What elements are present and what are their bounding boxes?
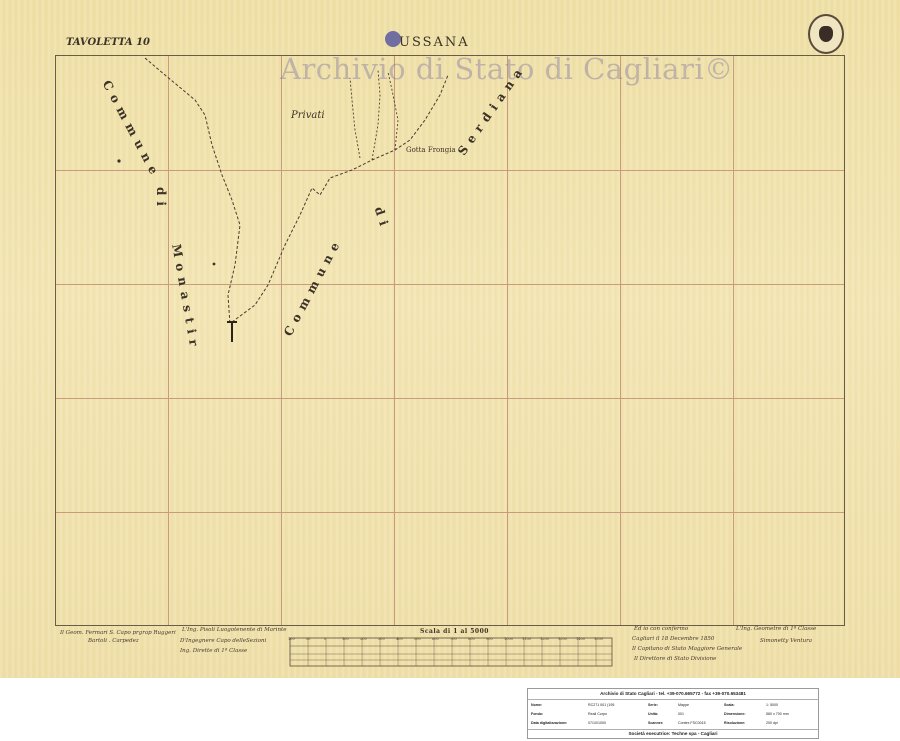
scale-tick-label: 700: [450, 637, 457, 641]
scale-tick-label: 300: [378, 637, 385, 641]
signature-right-4: Il Direttore di Stato Divisione: [634, 656, 717, 662]
scale-tick-label: 1000: [504, 637, 513, 641]
scale-tick-label: 200: [360, 637, 367, 641]
info-key: Fondo:: [531, 712, 544, 716]
scale-tick-label: 800: [468, 637, 475, 641]
scale-tick-label: 100: [288, 637, 295, 641]
info-value: Reali Corpo: [588, 712, 607, 716]
scale-tick-label: 0: [324, 637, 327, 641]
scale-tick-label: 600: [432, 637, 439, 641]
info-key: Scanner:: [648, 721, 664, 725]
signature-mid-1: L'Ing. Pisoli Luogotenente di Marinte: [182, 627, 287, 633]
info-value: 200 dpi: [766, 721, 778, 725]
comune-monastir-di: di: [154, 187, 168, 212]
info-key: Data digitalizzazione:: [531, 721, 568, 725]
scale-title: Scala di 1 al 5000: [420, 628, 489, 635]
eagle-icon: [819, 26, 833, 42]
point-marker: [212, 262, 216, 266]
scale-tick-label: 1200: [540, 637, 549, 641]
scale-tick-label: 400: [396, 637, 403, 641]
info-key: Risoluzione:: [724, 721, 746, 725]
info-value: Contex FSC0015: [678, 721, 706, 725]
scale-tick-label: 500: [414, 637, 421, 641]
info-value: 560 x 700 mm: [766, 712, 789, 716]
scale-tick-label: 100: [342, 637, 349, 641]
boundary-serdiana: [231, 74, 449, 323]
signature-right-1: Ed io con confermo: [634, 626, 689, 632]
info-value: 001: [678, 712, 684, 716]
info-header: Archivio di Stato Cagliari - tel. +39-07…: [528, 689, 818, 700]
info-key: Serie:: [648, 703, 658, 707]
signature-left-1: Il Geom. Fermari S. Capo prgrap Ruggeri: [60, 630, 176, 636]
info-value: 1: 5000: [766, 703, 778, 707]
map-title: USSANA: [399, 35, 470, 50]
signature-mid-2: D'Ingegnere Capo delleSezioni: [180, 638, 267, 644]
info-value: 07/10/1000: [588, 721, 606, 725]
signature-left-2: Bartoli . Carpedez: [88, 638, 139, 644]
scale-tick-label: 1100: [522, 637, 531, 641]
scale-tick-label: 1400: [576, 637, 585, 641]
info-key: Dimensione:: [724, 712, 746, 716]
scale-tick-label: 50: [306, 637, 311, 641]
info-rows: Nome: RC271 001 (195 Serie: Mappe Scala:…: [528, 700, 818, 730]
signature-right-2: Cagliari il 18 Decembre 1850: [632, 636, 715, 642]
info-key: Nome:: [531, 703, 543, 707]
signature-right-3: Il Capitano di Stato Maggiore Generale: [632, 646, 743, 652]
scale-tick-label: 900: [486, 637, 493, 641]
scale-tick-label: 1500: [594, 637, 603, 641]
archive-stamp-icon: [808, 14, 844, 54]
info-value: Mappe: [678, 703, 689, 707]
tavoletta-label: TAVOLETTA 10: [66, 37, 151, 48]
archive-info-table: Archivio di Stato Cagliari - tel. +39-07…: [527, 688, 819, 739]
scale-tick-label: 1300: [558, 637, 567, 641]
privati-label: Privati: [291, 110, 325, 121]
info-value: RC271 001 (195: [588, 703, 615, 707]
boundary-privati-1: [349, 77, 361, 159]
info-key: Unità:: [648, 712, 659, 716]
signature-right-5: L'Ing. Geometre di 1ª Classe: [736, 626, 817, 632]
info-key: Scala:: [724, 703, 735, 707]
scale-bar: [289, 637, 613, 667]
gotta-frongia-label: Gotta Frongia: [406, 146, 456, 154]
survey-marker: [227, 321, 237, 342]
map-boundaries: [117, 57, 613, 667]
point-marker: [117, 159, 121, 163]
signature-right-6: Simonetty Ventura: [760, 638, 813, 644]
info-footer: Società esecutrice: Techne spa - Cagliar…: [528, 729, 818, 738]
signature-mid-3: Ing. Dirette di 1ª Classe: [180, 648, 248, 654]
